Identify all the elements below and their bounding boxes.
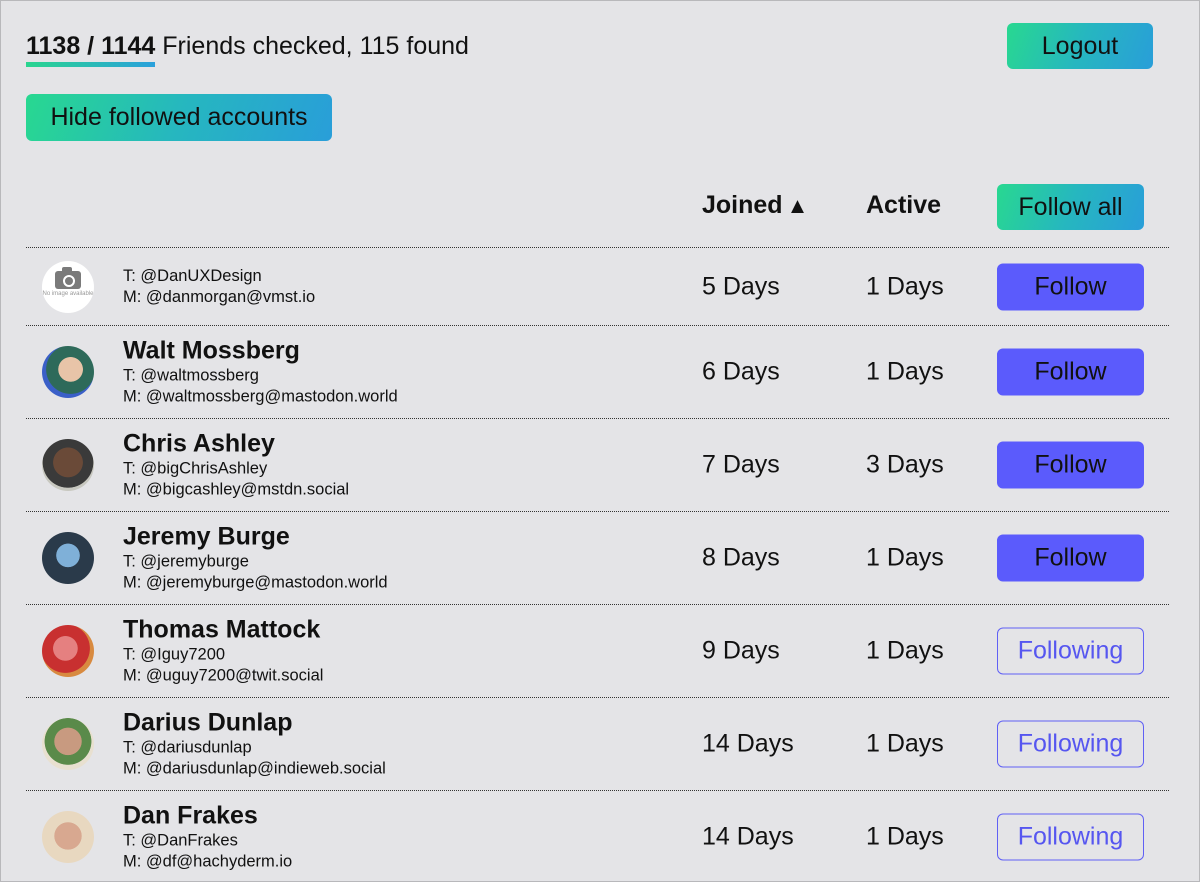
- mastodon-handle: M: @dariusdunlap@indieweb.social: [123, 759, 386, 778]
- active-value: 1 Days: [866, 543, 944, 572]
- avatar: [42, 346, 94, 398]
- avatar: [42, 439, 94, 491]
- follow-button[interactable]: Follow: [997, 441, 1144, 489]
- friends-table: No image available T: @DanUXDesign M: @dan…: [26, 247, 1169, 882]
- account-name: Thomas Mattock: [123, 615, 321, 644]
- account-info: Walt Mossberg T: @waltmossberg M: @waltmos…: [123, 337, 398, 408]
- avatar: [42, 811, 94, 863]
- table-row: Thomas Mattock T: @Iguy7200 M: @uguy7200@t…: [26, 605, 1169, 697]
- twitter-handle: T: @DanUXDesign: [123, 266, 262, 285]
- avatar: [42, 625, 94, 677]
- table-row: Walt Mossberg T: @waltmossberg M: @waltmos…: [26, 326, 1169, 418]
- following-button[interactable]: Following: [997, 813, 1144, 861]
- follow-button[interactable]: Follow: [997, 263, 1144, 310]
- table-row: Darius Dunlap T: @dariusdunlap M: @dariusd…: [26, 698, 1169, 790]
- active-value: 1 Days: [866, 822, 944, 851]
- mastodon-handle: M: @bigcashley@mstdn.social: [123, 480, 350, 499]
- mastodon-handle: M: @danmorgan@vmst.io: [123, 287, 316, 306]
- joined-value: 14 Days: [702, 729, 794, 758]
- joined-value: 8 Days: [702, 543, 780, 572]
- twitter-handle: T: @bigChrisAshley: [123, 459, 268, 478]
- sort-ascending-icon: ▲: [786, 193, 809, 218]
- progress-status-text: Friends checked, 115 found: [155, 32, 469, 60]
- mastodon-handle: M: @df@hachyderm.io: [123, 852, 293, 871]
- active-value: 1 Days: [866, 272, 944, 300]
- joined-value: 6 Days: [702, 357, 780, 386]
- column-header-active[interactable]: Active: [866, 191, 941, 220]
- column-header-joined-label: Joined: [702, 191, 783, 219]
- avatar-placeholder: No image available: [42, 260, 94, 313]
- camera-icon: [55, 267, 81, 289]
- active-value: 1 Days: [866, 636, 944, 665]
- mastodon-handle: M: @jeremyburge@mastodon.world: [123, 573, 388, 592]
- follow-all-button[interactable]: Follow all: [997, 184, 1144, 230]
- avatar: [42, 532, 94, 584]
- account-name: Walt Mossberg: [123, 336, 300, 365]
- progress-status: 1138 / 1144 Friends checked, 115 found: [26, 31, 469, 67]
- progress-bar: [26, 62, 155, 67]
- progress-counts: 1138 / 1144: [26, 31, 156, 67]
- account-name: Dan Frakes: [123, 801, 258, 830]
- active-value: 3 Days: [866, 450, 944, 479]
- twitter-handle: T: @jeremyburge: [123, 552, 249, 571]
- account-info: Thomas Mattock T: @Iguy7200 M: @uguy7200@t…: [123, 616, 323, 687]
- avatar-placeholder-text: No image available: [42, 291, 94, 297]
- table-row: Chris Ashley T: @bigChrisAshley M: @bigcas…: [26, 419, 1169, 511]
- progress-counts-text: 1138 / 1144: [26, 32, 156, 60]
- following-button[interactable]: Following: [997, 627, 1144, 675]
- joined-value: 14 Days: [702, 822, 794, 851]
- follow-button[interactable]: Follow: [997, 348, 1144, 396]
- twitter-handle: T: @Iguy7200: [123, 645, 226, 664]
- account-info: Chris Ashley T: @bigChrisAshley M: @bigcas…: [123, 430, 349, 501]
- avatar: [42, 718, 94, 770]
- account-name: Jeremy Burge: [123, 522, 290, 551]
- hide-followed-button[interactable]: Hide followed accounts: [26, 94, 332, 141]
- mastodon-handle: M: @waltmossberg@mastodon.world: [123, 387, 398, 406]
- account-name: Darius Dunlap: [123, 708, 293, 737]
- twitter-handle: T: @DanFrakes: [123, 831, 238, 850]
- active-value: 1 Days: [866, 729, 944, 758]
- column-header-joined[interactable]: Joined ▲: [702, 191, 808, 220]
- following-button[interactable]: Following: [997, 720, 1144, 768]
- account-info: Darius Dunlap T: @dariusdunlap M: @dariusd…: [123, 709, 386, 780]
- joined-value: 7 Days: [702, 450, 780, 479]
- account-info: T: @DanUXDesign M: @danmorgan@vmst.io: [123, 266, 315, 308]
- mastodon-handle: M: @uguy7200@twit.social: [123, 666, 324, 685]
- account-info: Jeremy Burge T: @jeremyburge M: @jeremybur…: [123, 523, 388, 594]
- account-name: Chris Ashley: [123, 429, 275, 458]
- joined-value: 5 Days: [702, 272, 780, 300]
- twitter-handle: T: @dariusdunlap: [123, 738, 252, 757]
- active-value: 1 Days: [866, 357, 944, 386]
- twitter-handle: T: @waltmossberg: [123, 366, 259, 385]
- account-info: Dan Frakes T: @DanFrakes M: @df@hachyderm.…: [123, 802, 292, 873]
- table-row: Dan Frakes T: @DanFrakes M: @df@hachyderm.…: [26, 791, 1169, 882]
- joined-value: 9 Days: [702, 636, 780, 665]
- table-row: Jeremy Burge T: @jeremyburge M: @jeremybur…: [26, 512, 1169, 604]
- follow-button[interactable]: Follow: [997, 534, 1144, 582]
- logout-button[interactable]: Logout: [1007, 23, 1153, 69]
- table-row: No image available T: @DanUXDesign M: @dan…: [26, 248, 1169, 325]
